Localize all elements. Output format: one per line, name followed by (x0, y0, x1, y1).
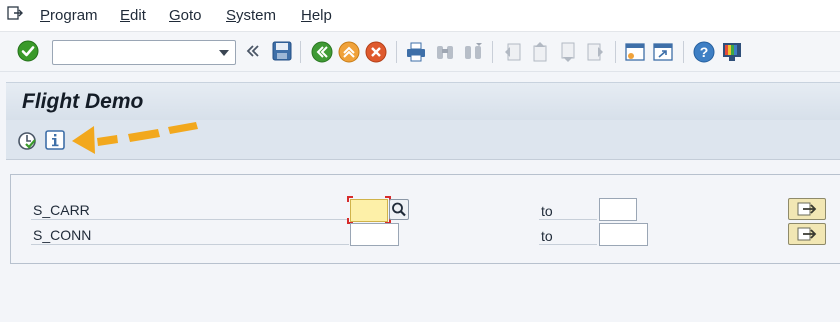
label-underline (31, 244, 349, 245)
print-icon[interactable] (405, 41, 427, 63)
s-carr-low-input[interactable] (350, 199, 388, 222)
multiple-selection-icon (797, 202, 817, 216)
toolbar-separator (492, 41, 493, 63)
previous-page-icon[interactable] (529, 41, 551, 63)
menu-goto[interactable]: Goto (169, 7, 202, 24)
find-icon[interactable] (434, 41, 456, 63)
first-page-icon[interactable] (501, 41, 523, 63)
menu-system[interactable]: System (226, 7, 276, 24)
find-next-icon[interactable] (462, 41, 484, 63)
back-icon[interactable] (311, 41, 333, 63)
value-help-button[interactable] (389, 199, 409, 220)
command-field[interactable] (52, 40, 236, 65)
enter-icon[interactable] (17, 40, 39, 62)
exit-icon[interactable] (338, 41, 360, 63)
collapse-icon[interactable] (246, 44, 260, 58)
multiple-selection-button[interactable] (788, 223, 826, 245)
menu-bar: Program Edit Goto System Help (0, 0, 840, 32)
search-icon (392, 202, 406, 217)
toolbar-separator (396, 41, 397, 63)
multiple-selection-icon (797, 227, 817, 241)
to-label: to (541, 203, 553, 219)
label-underline (539, 244, 597, 245)
annotation-arrow (72, 122, 198, 154)
command-dropdown-icon[interactable] (219, 50, 229, 56)
s-carr-high-input[interactable] (599, 198, 637, 221)
svg-text:?: ? (700, 44, 709, 60)
s-conn-low-input[interactable] (350, 223, 399, 246)
menu-program[interactable]: Program (40, 7, 98, 24)
multiple-selection-button[interactable] (788, 198, 826, 220)
standard-toolbar: ? (0, 32, 840, 72)
focus-marker (347, 196, 353, 202)
cancel-icon[interactable] (365, 41, 387, 63)
s-conn-high-input[interactable] (599, 223, 648, 246)
next-page-icon[interactable] (557, 41, 579, 63)
create-session-icon[interactable] (624, 41, 646, 63)
execute-icon[interactable] (17, 131, 37, 151)
shortcut-icon[interactable] (652, 41, 674, 63)
help-icon[interactable]: ? (693, 41, 715, 63)
menu-edit[interactable]: Edit (120, 7, 146, 24)
field-label-s-carr: S_CARR (33, 202, 90, 218)
selection-screen: S_CARR to S_CONN to (10, 174, 840, 264)
system-menu-icon[interactable] (6, 5, 24, 23)
label-underline (539, 219, 597, 220)
title-bar: Flight Demo (6, 82, 840, 120)
to-label: to (541, 228, 553, 244)
field-label-s-conn: S_CONN (33, 227, 92, 243)
menu-help[interactable]: Help (301, 7, 332, 24)
label-underline (31, 219, 349, 220)
command-input[interactable] (57, 42, 217, 63)
last-page-icon[interactable] (585, 41, 607, 63)
information-icon[interactable] (45, 130, 65, 150)
customize-layout-icon[interactable] (721, 41, 743, 63)
toolbar-separator (300, 41, 301, 63)
page-title: Flight Demo (22, 90, 144, 113)
toolbar-separator (683, 41, 684, 63)
save-icon[interactable] (272, 41, 292, 61)
toolbar-separator (615, 41, 616, 63)
